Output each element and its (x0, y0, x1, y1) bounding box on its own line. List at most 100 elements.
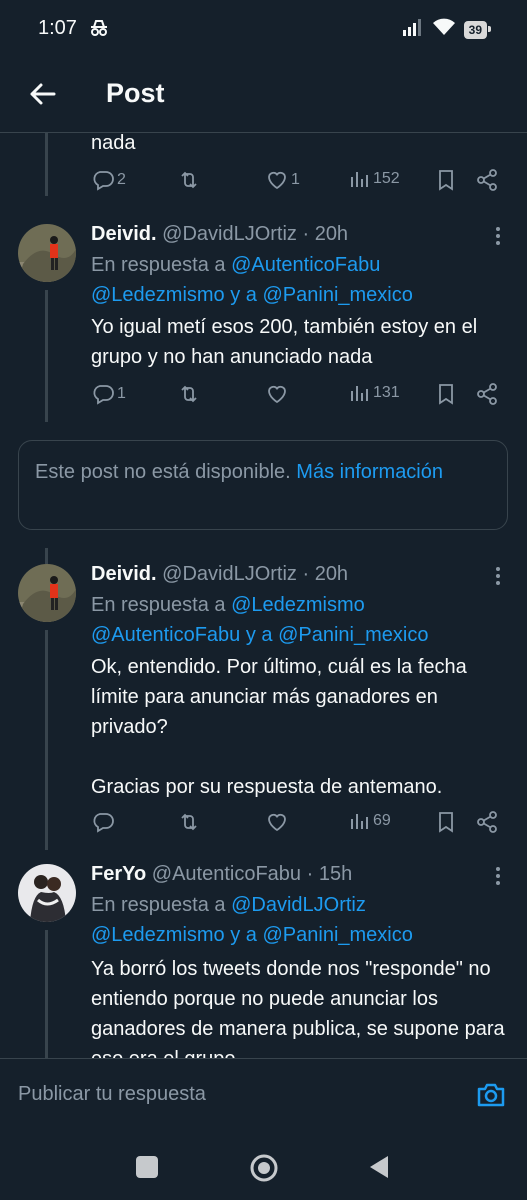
mention-link[interactable]: @Panini_mexico (262, 284, 412, 306)
share-button[interactable] (475, 168, 499, 192)
bookmark-button[interactable] (435, 382, 457, 406)
more-vertical-icon (496, 867, 500, 885)
author-handle: @DavidLJOrtiz · 20h (162, 563, 349, 585)
mention-link[interactable]: @Panini_mexico (262, 924, 412, 946)
wifi-icon (432, 18, 456, 41)
views-button[interactable]: 152 (349, 168, 400, 190)
reply-button[interactable]: 2 (91, 168, 126, 192)
mention-link[interactable]: @Ledezmismo (231, 594, 365, 616)
tweet-actions: 2 1 152 (91, 168, 511, 198)
app-header: Post (0, 60, 527, 133)
mention-link[interactable]: @Ledezmismo (91, 284, 225, 306)
views-icon (351, 172, 368, 187)
views-button[interactable]: 131 (349, 382, 400, 404)
tweet-text: Yo igual metí esos 200, también estoy en… (91, 316, 483, 368)
incognito-icon (88, 18, 110, 43)
tweet-author[interactable]: Deivid. @DavidLJOrtiz · 20h (91, 560, 348, 588)
back-button[interactable] (22, 74, 62, 114)
author-name: Deivid. (91, 563, 157, 585)
thread-line (45, 133, 48, 196)
thread-line (45, 930, 48, 1058)
views-icon (351, 814, 368, 829)
tweet-text: Ya borró los tweets donde nos "responde"… (91, 958, 505, 1058)
arrow-left-icon (30, 83, 56, 105)
like-button[interactable] (265, 810, 291, 834)
more-info-link[interactable]: Más información (296, 461, 443, 483)
battery-indicator: 39 (463, 20, 492, 39)
thread-line (45, 548, 48, 564)
triangle-back-icon (370, 1156, 388, 1178)
system-navigation-bar (0, 1126, 527, 1200)
like-button[interactable] (265, 382, 291, 406)
reply-composer: Publicar tu respuesta (0, 1058, 527, 1127)
author-handle: @DavidLJOrtiz · 20h (162, 223, 349, 245)
reply-icon (93, 385, 114, 405)
camera-icon (477, 1083, 505, 1107)
reply-context: En respuesta a @Ledezmismo @AutenticoFabu… (91, 594, 429, 646)
repost-icon (181, 171, 197, 189)
home-circle-icon (250, 1154, 278, 1182)
bookmark-icon (439, 384, 453, 405)
author-handle: @AutenticoFabu · 15h (151, 863, 353, 885)
thread-line (45, 290, 48, 422)
share-icon (477, 383, 497, 405)
tweet-text: Ok, entendido. Por último, cuál es la fe… (91, 656, 467, 798)
repost-icon (181, 385, 197, 403)
reply-icon (93, 813, 114, 833)
avatar[interactable] (18, 864, 76, 922)
bookmark-icon (439, 170, 453, 191)
tweet-author[interactable]: Deivid. @DavidLJOrtiz · 20h (91, 220, 348, 248)
camera-button[interactable] (475, 1079, 507, 1111)
bookmark-button[interactable] (435, 810, 457, 834)
unavailable-post-notice: Este post no está disponible. Más inform… (18, 440, 508, 530)
more-options-button[interactable] (486, 564, 510, 588)
mention-link[interactable]: @AutenticoFabu (91, 624, 240, 646)
thread-line (45, 630, 48, 850)
author-name: Deivid. (91, 223, 157, 245)
status-bar: 1:07 39 (0, 0, 527, 60)
repost-button[interactable] (177, 168, 203, 192)
reply-context: En respuesta a @AutenticoFabu @Ledezmismo… (91, 254, 413, 306)
more-vertical-icon (496, 567, 500, 585)
bookmark-button[interactable] (435, 168, 457, 192)
avatar[interactable] (18, 224, 76, 282)
reply-context: En respuesta a @DavidLJOrtiz @Ledezmismo … (91, 894, 413, 946)
heart-icon (268, 385, 286, 404)
tweet-text: nada (91, 132, 136, 154)
signal-icon (402, 18, 424, 41)
tweet-author[interactable]: FerYo @AutenticoFabu · 15h (91, 860, 352, 888)
share-icon (477, 169, 497, 191)
page-title: Post (106, 78, 165, 108)
recents-button[interactable] (136, 1156, 158, 1178)
share-icon (477, 811, 497, 833)
mention-link[interactable]: @DavidLJOrtiz (231, 894, 366, 916)
repost-button[interactable] (177, 810, 201, 834)
mention-link[interactable]: @AutenticoFabu (231, 254, 380, 276)
reply-button[interactable]: 1 (91, 382, 126, 406)
share-button[interactable] (475, 810, 499, 834)
repost-button[interactable] (177, 382, 201, 406)
bookmark-icon (439, 812, 453, 833)
mention-link[interactable]: @Panini_mexico (278, 624, 428, 646)
views-button[interactable]: 69 (349, 810, 391, 832)
share-button[interactable] (475, 382, 499, 406)
system-back-button[interactable] (368, 1154, 390, 1185)
views-icon (351, 386, 368, 401)
more-options-button[interactable] (486, 224, 510, 248)
reply-icon (93, 171, 114, 191)
author-name: FerYo (91, 863, 147, 885)
more-options-button[interactable] (486, 864, 510, 888)
status-time: 1:07 (38, 17, 77, 39)
more-vertical-icon (496, 227, 500, 245)
home-button[interactable] (249, 1153, 279, 1188)
tweet-actions: 69 (91, 810, 511, 840)
reply-button[interactable] (91, 810, 117, 834)
avatar[interactable] (18, 564, 76, 622)
heart-icon (268, 813, 286, 832)
heart-icon (268, 171, 286, 190)
like-button[interactable]: 1 (265, 168, 300, 192)
tweet-actions: 1 131 (91, 382, 511, 412)
repost-icon (181, 813, 197, 831)
reply-input[interactable]: Publicar tu respuesta (18, 1083, 206, 1106)
mention-link[interactable]: @Ledezmismo (91, 924, 225, 946)
